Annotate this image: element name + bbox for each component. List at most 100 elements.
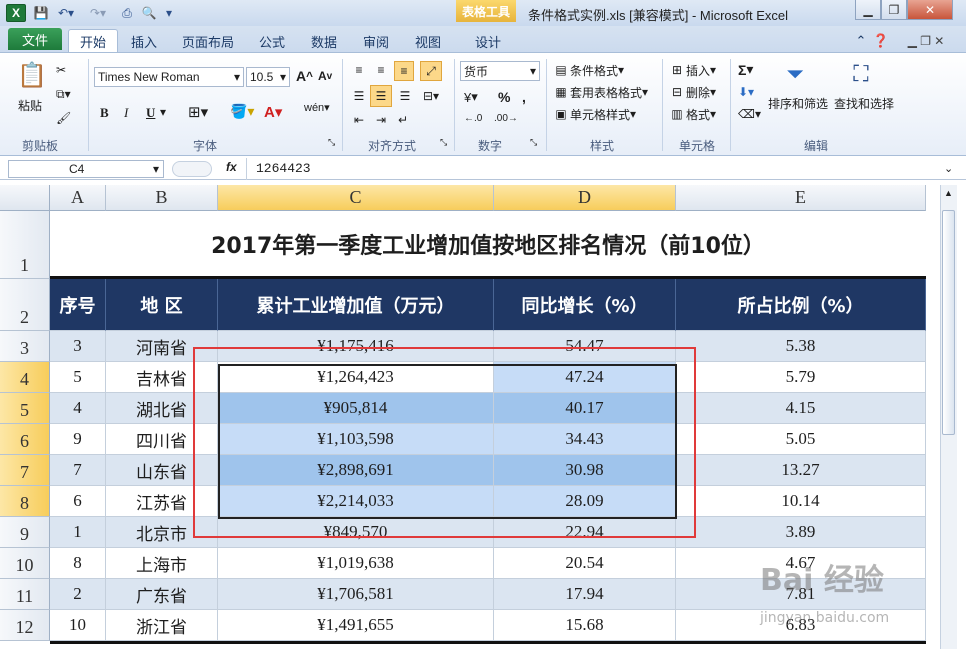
table-cell-seq[interactable]: 1 xyxy=(50,517,106,548)
bold-button[interactable]: B xyxy=(100,105,109,121)
decrease-indent-icon[interactable]: ⇤ xyxy=(350,111,368,129)
merge-center-icon[interactable]: ⊟▾ xyxy=(420,87,442,105)
format-cells-button[interactable]: ▥ 格式 ▾ xyxy=(668,105,716,123)
row-header[interactable]: 5 xyxy=(0,393,50,424)
row-header[interactable]: 9 xyxy=(0,517,50,548)
copy-icon[interactable]: ⧉▾ xyxy=(56,87,71,102)
percent-button[interactable]: % xyxy=(498,89,510,105)
wrap-text-icon[interactable]: ↵ xyxy=(394,111,412,129)
row-header[interactable]: 10 xyxy=(0,548,50,579)
row-header[interactable]: 3 xyxy=(0,331,50,362)
orientation-icon[interactable]: ⤢ xyxy=(420,61,442,81)
table-cell-region[interactable]: 广东省 xyxy=(106,579,218,610)
sort-filter-icon[interactable]: ⏷ xyxy=(780,59,810,89)
tab-view[interactable]: 视图 xyxy=(408,30,448,52)
save-icon[interactable]: 💾 xyxy=(32,3,50,23)
undo-icon[interactable]: ↶▾ xyxy=(54,3,78,23)
table-header-growth[interactable]: 同比增长（%） xyxy=(494,279,676,331)
table-cell-growth[interactable]: 15.68 xyxy=(494,610,676,641)
fill-color-icon[interactable]: 🪣▾ xyxy=(230,103,254,120)
table-header-value[interactable]: 累计工业增加值（万元） xyxy=(218,279,494,331)
binoculars-icon[interactable]: ⛶ xyxy=(846,59,876,89)
table-cell-share[interactable]: 3.89 xyxy=(676,517,926,548)
row-header[interactable]: 12 xyxy=(0,610,50,641)
formula-bar-handle[interactable] xyxy=(172,161,212,177)
row-header[interactable]: 6 xyxy=(0,424,50,455)
sort-filter-button[interactable]: 排序和筛选 xyxy=(768,95,828,112)
autosum-button[interactable]: Σ ▾ xyxy=(738,61,753,78)
tab-review[interactable]: 审阅 xyxy=(356,30,396,52)
name-box[interactable]: C4 ▾ xyxy=(8,160,164,178)
table-cell-growth[interactable]: 20.54 xyxy=(494,548,676,579)
table-cell-value[interactable]: ¥1,019,638 xyxy=(218,548,494,579)
increase-decimal-icon[interactable]: ←.0 xyxy=(464,113,482,124)
delete-cells-button[interactable]: ⊟ 删除 ▾ xyxy=(668,83,716,101)
table-cell-share[interactable]: 4.15 xyxy=(676,393,926,424)
align-center-icon[interactable]: ☰ xyxy=(370,85,392,107)
align-left-icon[interactable]: ☰ xyxy=(350,87,368,105)
clear-icon[interactable]: ⌫▾ xyxy=(738,107,761,121)
comma-button[interactable]: , xyxy=(522,89,526,105)
table-cell-seq[interactable]: 8 xyxy=(50,548,106,579)
table-cell-seq[interactable]: 7 xyxy=(50,455,106,486)
borders-icon[interactable]: ⊞▾ xyxy=(188,103,208,121)
phonetic-icon[interactable]: wén▾ xyxy=(304,101,330,114)
table-cell-seq[interactable]: 3 xyxy=(50,331,106,362)
align-right-icon[interactable]: ☰ xyxy=(396,87,414,105)
excel-logo-icon[interactable]: X xyxy=(6,4,26,22)
insert-cells-button[interactable]: ⊞ 插入 ▾ xyxy=(668,61,716,79)
table-cell-seq[interactable]: 2 xyxy=(50,579,106,610)
table-cell-share[interactable]: 5.79 xyxy=(676,362,926,393)
find-select-button[interactable]: 查找和选择 xyxy=(834,95,894,112)
fill-icon[interactable]: ⬇▾ xyxy=(738,85,754,99)
tab-insert[interactable]: 插入 xyxy=(124,30,164,52)
cut-icon[interactable]: ✂ xyxy=(56,63,66,77)
column-header-b[interactable]: B xyxy=(106,185,218,211)
tab-file[interactable]: 文件 xyxy=(8,28,62,50)
tab-page-layout[interactable]: 页面布局 xyxy=(176,30,240,52)
align-middle-icon[interactable]: ≡ xyxy=(372,61,390,79)
row-header[interactable]: 1 xyxy=(0,211,50,279)
paste-button[interactable]: 粘贴 xyxy=(18,97,42,114)
table-cell-value[interactable]: ¥1,706,581 xyxy=(218,579,494,610)
table-cell-share[interactable]: 5.05 xyxy=(676,424,926,455)
table-cell-seq[interactable]: 10 xyxy=(50,610,106,641)
help-icon[interactable]: ❓ xyxy=(872,30,890,52)
row-header[interactable]: 8 xyxy=(0,486,50,517)
font-size-select[interactable]: 10.5 ▾ xyxy=(246,67,290,87)
underline-button[interactable]: U xyxy=(146,105,155,121)
row-header[interactable]: 4 xyxy=(0,362,50,393)
scrollbar-thumb[interactable] xyxy=(942,210,955,435)
table-cell-seq[interactable]: 4 xyxy=(50,393,106,424)
minimize-ribbon-icon[interactable]: ⌃ xyxy=(852,30,870,52)
workbook-window-controls[interactable]: ▁ ❐ ✕ xyxy=(896,30,956,52)
insert-function-icon[interactable]: fx xyxy=(226,160,237,174)
sheet-title[interactable]: 2017年第一季度工业增加值按地区排名情况（前10位） xyxy=(50,211,926,279)
number-format-select[interactable]: 货币 ▾ xyxy=(460,61,540,81)
table-cell-seq[interactable]: 6 xyxy=(50,486,106,517)
currency-button[interactable]: ¥ ▾ xyxy=(464,89,478,105)
row-header[interactable]: 2 xyxy=(0,279,50,331)
align-top-icon[interactable]: ≡ xyxy=(350,61,368,79)
chevron-down-icon[interactable]: ▾ xyxy=(160,105,166,119)
font-name-select[interactable]: Times New Roman ▾ xyxy=(94,67,244,87)
tab-formulas[interactable]: 公式 xyxy=(252,30,292,52)
table-cell-growth[interactable]: 17.94 xyxy=(494,579,676,610)
table-cell-region[interactable]: 浙江省 xyxy=(106,610,218,641)
tab-data[interactable]: 数据 xyxy=(304,30,344,52)
grow-font-button[interactable]: A ^ xyxy=(296,68,313,84)
customize-qat-icon[interactable]: ▾ xyxy=(162,3,176,23)
shrink-font-button[interactable]: Av xyxy=(318,69,332,83)
italic-button[interactable]: I xyxy=(124,105,128,121)
print-preview-icon[interactable]: 🔍 xyxy=(140,3,158,23)
increase-indent-icon[interactable]: ⇥ xyxy=(372,111,390,129)
conditional-formatting-button[interactable]: ▤ 条件格式 ▾ xyxy=(552,61,624,79)
column-header-c[interactable]: C xyxy=(218,185,494,211)
dialog-launcher-icon[interactable]: ⤡ xyxy=(328,137,335,148)
row-header[interactable]: 11 xyxy=(0,579,50,610)
table-cell-share[interactable]: 10.14 xyxy=(676,486,926,517)
table-header-seq[interactable]: 序号 xyxy=(50,279,106,331)
paste-icon[interactable]: 📋 xyxy=(16,59,48,91)
table-cell-region[interactable]: 上海市 xyxy=(106,548,218,579)
row-header[interactable]: 7 xyxy=(0,455,50,486)
